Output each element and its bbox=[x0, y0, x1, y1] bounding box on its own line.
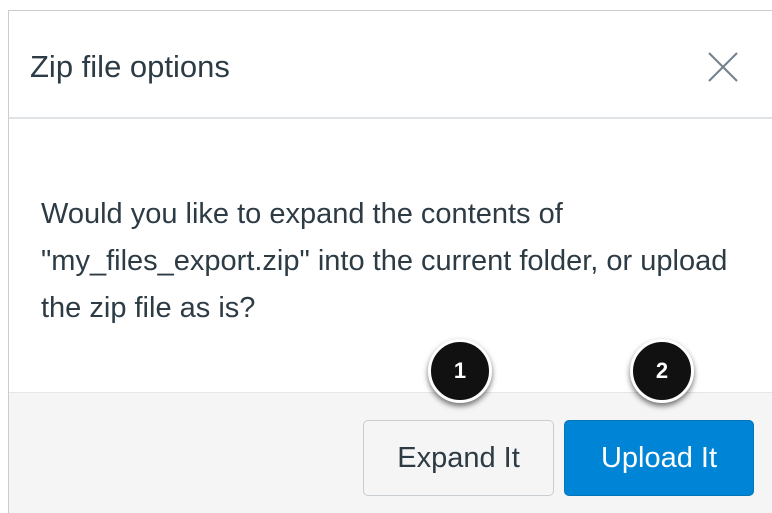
close-button[interactable] bbox=[701, 45, 745, 89]
callout-badge-1: 1 bbox=[428, 339, 492, 403]
callout-badge-2: 2 bbox=[630, 339, 694, 403]
dialog-message: Would you like to expand the contents of… bbox=[41, 198, 728, 324]
dialog-footer: Expand It Upload It bbox=[9, 392, 772, 513]
zip-options-dialog: Zip file options Would you like to expan… bbox=[8, 10, 772, 513]
dialog-header: Zip file options bbox=[9, 11, 772, 119]
close-icon bbox=[708, 52, 738, 82]
dialog-title: Zip file options bbox=[30, 49, 230, 84]
expand-it-button[interactable]: Expand It bbox=[363, 420, 554, 496]
upload-it-button[interactable]: Upload It bbox=[564, 420, 754, 496]
